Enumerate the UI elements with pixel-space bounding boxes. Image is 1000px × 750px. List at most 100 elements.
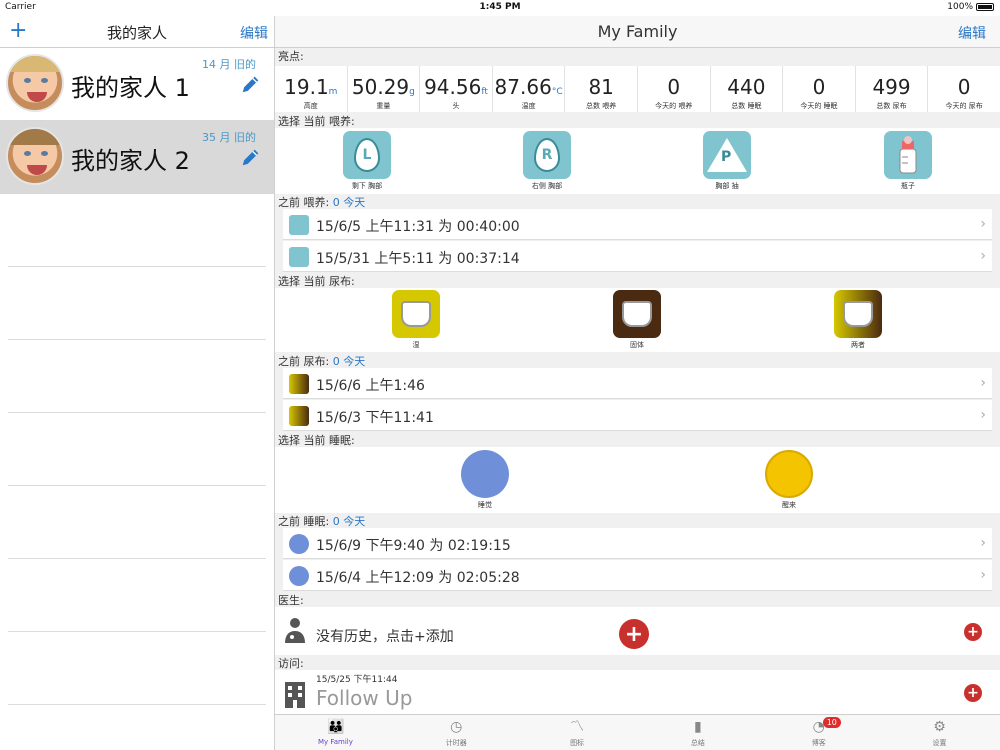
right-breast-icon: R bbox=[523, 131, 571, 179]
list-separator bbox=[8, 412, 266, 413]
stat-label: 高度 bbox=[303, 102, 318, 110]
member-name: 我的家人 2 bbox=[71, 147, 190, 175]
doctor-label: 医生: bbox=[278, 594, 304, 607]
tab-blog[interactable]: ◔ 10 博客 bbox=[758, 715, 879, 750]
prev-label: 之前 睡眠: bbox=[278, 515, 330, 528]
family-list-title: 我的家人 bbox=[106, 24, 167, 42]
tab-my-family[interactable]: 👪 My Family bbox=[275, 715, 396, 750]
stat-value: 50.29 bbox=[351, 75, 410, 99]
history-text: 15/6/9 下午9:40 为 02:19:15 bbox=[316, 538, 511, 554]
family-member-row[interactable]: 我的家人 1 14 月 旧的 bbox=[0, 48, 274, 121]
sleep-history-row[interactable]: 15/6/9 下午9:40 为 02:19:15 › bbox=[283, 528, 992, 559]
visit-label: 访问: bbox=[278, 657, 304, 670]
tab-summary[interactable]: ▮ 总结 bbox=[637, 715, 758, 750]
family-member-row-selected[interactable]: 我的家人 2 35 月 旧的 bbox=[0, 121, 274, 194]
option-label: 剩下 胸部 bbox=[351, 182, 383, 190]
sleep-asleep-option[interactable]: 睡觉 bbox=[455, 450, 515, 510]
pencil-icon[interactable] bbox=[240, 73, 262, 95]
family-icon: 👪 bbox=[327, 719, 345, 735]
tab-label: 设置 bbox=[932, 739, 947, 747]
stat-total-sleeps: 440 总数 睡眠 bbox=[711, 66, 784, 112]
battery-icon bbox=[976, 3, 994, 11]
diaper-both-option[interactable]: 两者 bbox=[828, 290, 888, 350]
diaper-wet-option[interactable]: 湿 bbox=[386, 290, 446, 350]
option-label: 右侧 胸部 bbox=[531, 182, 563, 190]
battery-percent: 100% bbox=[947, 2, 973, 12]
stat-label: 今天的 喂养 bbox=[655, 102, 693, 110]
stat-unit: °C bbox=[551, 87, 563, 97]
smiley-face-icon bbox=[765, 450, 813, 498]
tab-timer[interactable]: ◷ 计时器 bbox=[396, 715, 517, 750]
highlights-label: 亮点: bbox=[278, 50, 304, 63]
tab-label: 图标 bbox=[570, 739, 585, 747]
highlights-stats: 19.1m 高度 50.29g 重量 94.56ft 头 87.66°C 温度 81 总数… bbox=[275, 66, 1000, 112]
stat-label: 重量 bbox=[376, 102, 391, 110]
prev-label: 之前 喂养: bbox=[278, 196, 330, 209]
diaper-history-row[interactable]: 15/6/3 下午11:41 › bbox=[283, 400, 992, 431]
add-visit-button[interactable]: + bbox=[964, 684, 982, 702]
option-label: 胸部 抽 bbox=[715, 182, 739, 190]
stat-value: 0 bbox=[667, 75, 681, 99]
option-label: 两者 bbox=[851, 341, 865, 349]
chevron-right-icon: › bbox=[980, 535, 986, 551]
stat-today-sleeps: 0 今天的 睡眠 bbox=[783, 66, 856, 112]
stat-height: 19.1m 高度 bbox=[275, 66, 348, 112]
feeding-left-option[interactable]: L 剩下 胸部 bbox=[337, 131, 397, 191]
sleep-awake-option[interactable]: 醒来 bbox=[759, 450, 819, 510]
stat-unit: m bbox=[328, 87, 338, 97]
both-diaper-icon bbox=[289, 406, 309, 426]
stat-value: 0 bbox=[812, 75, 826, 99]
history-text: 15/6/5 上午11:31 为 00:40:00 bbox=[316, 219, 520, 235]
feeding-history-row[interactable]: 15/5/31 上午5:11 为 00:37:14 › bbox=[283, 241, 992, 272]
family-list-pane: + 我的家人 编辑 我的家人 1 14 月 旧的 我的家人 2 35 月 旧的 bbox=[0, 16, 274, 750]
history-text: 15/5/31 上午5:11 为 00:37:14 bbox=[316, 251, 520, 267]
tab-settings[interactable]: ⚙ 设置 bbox=[879, 715, 1000, 750]
chart-icon: 〽 bbox=[570, 719, 585, 735]
stat-today-diapers: 0 今天的 尿布 bbox=[928, 66, 1000, 112]
stat-label: 今天的 尿布 bbox=[945, 102, 983, 110]
feeding-right-option[interactable]: R 右侧 胸部 bbox=[517, 131, 577, 191]
feeding-bottle-option[interactable]: 瓶子 bbox=[878, 131, 938, 191]
edit-members-button[interactable]: 编辑 bbox=[240, 23, 268, 43]
stat-value: 499 bbox=[872, 75, 911, 99]
feeding-pump-option[interactable]: P 胸部 抽 bbox=[697, 131, 757, 191]
chevron-right-icon: › bbox=[980, 248, 986, 264]
previous-feeding-label: 之前 喂养: 0 今天 bbox=[278, 194, 365, 210]
diaper-options: 湿 固体 两者 bbox=[275, 288, 1000, 352]
diaper-history-row[interactable]: 15/6/6 上午1:46 › bbox=[283, 368, 992, 399]
sleeping-face-icon bbox=[289, 534, 309, 554]
stat-total-diapers: 499 总数 尿布 bbox=[856, 66, 929, 112]
select-diaper-label: 选择 当前 尿布: bbox=[278, 275, 355, 288]
both-diaper-icon bbox=[289, 374, 309, 394]
history-text: 15/6/3 下午11:41 bbox=[316, 410, 434, 426]
stat-label: 头 bbox=[452, 102, 460, 110]
stat-value: 0 bbox=[957, 75, 971, 99]
diaper-solid-option[interactable]: 固体 bbox=[607, 290, 667, 350]
member-name: 我的家人 1 bbox=[71, 74, 190, 102]
member-age: 35 月 旧的 bbox=[202, 131, 256, 144]
option-label: 睡觉 bbox=[478, 501, 492, 509]
avatar bbox=[6, 127, 64, 185]
today-count: 0 今天 bbox=[332, 515, 366, 528]
tab-charts[interactable]: 〽图标 bbox=[517, 715, 638, 750]
add-doctor-button[interactable]: + bbox=[619, 619, 649, 649]
both-diaper-icon bbox=[834, 290, 882, 338]
stat-label: 总数 喂养 bbox=[586, 102, 617, 110]
sleeping-face-icon bbox=[461, 450, 509, 498]
timer-icon: ◷ bbox=[450, 719, 463, 735]
visit-date: 15/5/25 下午11:44 bbox=[316, 675, 398, 685]
member-detail-pane: My Family 编辑 亮点: 19.1m 高度 50.29g 重量 94.56f… bbox=[275, 16, 1000, 750]
visit-section[interactable]: 15/5/25 下午11:44 Follow Up + bbox=[275, 670, 1000, 714]
list-separator bbox=[8, 704, 266, 705]
solid-diaper-icon bbox=[613, 290, 661, 338]
avatar bbox=[6, 54, 64, 112]
edit-detail-button[interactable]: 编辑 bbox=[958, 23, 986, 43]
pencil-icon[interactable] bbox=[240, 146, 262, 168]
add-doctor-small-button[interactable]: + bbox=[964, 623, 982, 641]
sleep-history-row[interactable]: 15/6/4 上午12:09 为 02:05:28 › bbox=[283, 560, 992, 591]
doctor-icon bbox=[285, 618, 305, 643]
list-separator bbox=[8, 485, 266, 486]
select-sleep-label: 选择 当前 睡眠: bbox=[278, 434, 355, 447]
bookmark-icon: ▮ bbox=[694, 719, 702, 735]
feeding-history-row[interactable]: 15/6/5 上午11:31 为 00:40:00 › bbox=[283, 209, 992, 240]
